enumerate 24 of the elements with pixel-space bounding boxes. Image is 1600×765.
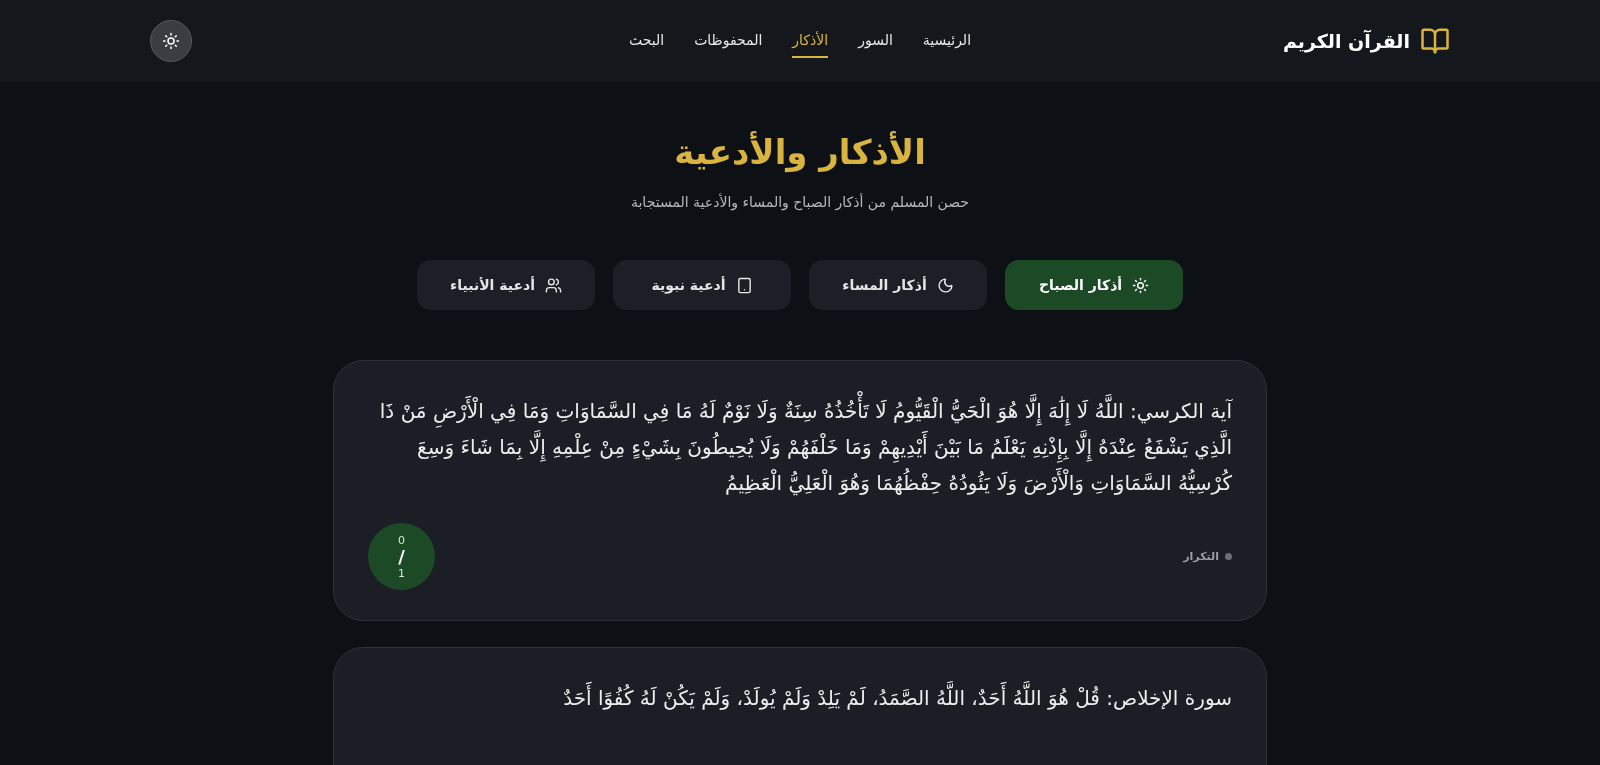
tablet-icon — [735, 276, 753, 294]
book-icon — [1420, 26, 1450, 56]
page-title: الأذكار والأدعية — [674, 132, 926, 172]
category-tab[interactable]: أدعية الأنبياء — [417, 260, 595, 310]
nav-link[interactable]: السور — [858, 24, 893, 58]
dhikr-text: آية الكرسي: اللَّهُ لَا إِلَٰهَ إِلَّا هُوَ الْحَيُّ الْقَيُّومُ لَا تَأْخُذُهُ سِنَةٌ وَلَا نَوْمٌ لَهُ مَا فِي السَّمَاوَاتِ وَمَا فِي الْأَرْضِ مَنْ ذَا الَّذِي يَشْفَعُ عِنْدَهُ إِلَّا بِإِذْنِهِ يَعْلَمُ مَا بَيْنَ أَيْدِيهِمْ وَمَا خَلْفَهُمْ وَلَا يُحِيطُونَ بِشَيْءٍ مِنْ عِلْمِهِ إِلَّا بِمَا شَاءَ وَسِعَ كُرْسِيُّهُ السَّمَاوَاتِ وَالْأَرْضَ وَلَا يَئُودُهُ حِفْظُهُمَا وَهُوَ الْعَلِيُّ الْعَظِيمُ — [368, 393, 1232, 501]
sun-icon — [162, 32, 180, 50]
moon-icon — [936, 276, 954, 294]
sun-icon — [1132, 276, 1150, 294]
category-tab[interactable]: أدعية نبوية — [613, 260, 791, 310]
counter-button[interactable]: 0 / 1 — [368, 523, 435, 590]
nav-link[interactable]: الرئيسية — [922, 24, 972, 58]
dhikr-text: سورة الإخلاص: قُلْ هُوَ اللَّهُ أَحَدٌ، اللَّهُ الصَّمَدُ، لَمْ يَلِدْ وَلَمْ يُولَدْ، وَلَمْ يَكُنْ لَهُ كُفُوًا أَحَدٌ — [368, 680, 1232, 716]
repeat-label: التكرار — [1183, 550, 1232, 563]
nav-link[interactable]: الأذكار — [792, 24, 829, 58]
page-subtitle: حصن المسلم من أذكار الصباح والمساء والأدعية المستجابة — [630, 194, 970, 210]
theme-toggle-button[interactable] — [150, 20, 192, 62]
nav-link[interactable]: المحفوظات — [694, 24, 763, 58]
site-logo[interactable]: القرآن الكريم — [1282, 30, 1410, 52]
dot-icon — [1225, 553, 1232, 560]
category-tab[interactable]: أذكار الصباح — [1005, 260, 1183, 310]
people-icon — [545, 276, 562, 294]
nav-link[interactable]: البحث — [628, 24, 665, 58]
category-tab[interactable]: أذكار المساء — [809, 260, 987, 310]
